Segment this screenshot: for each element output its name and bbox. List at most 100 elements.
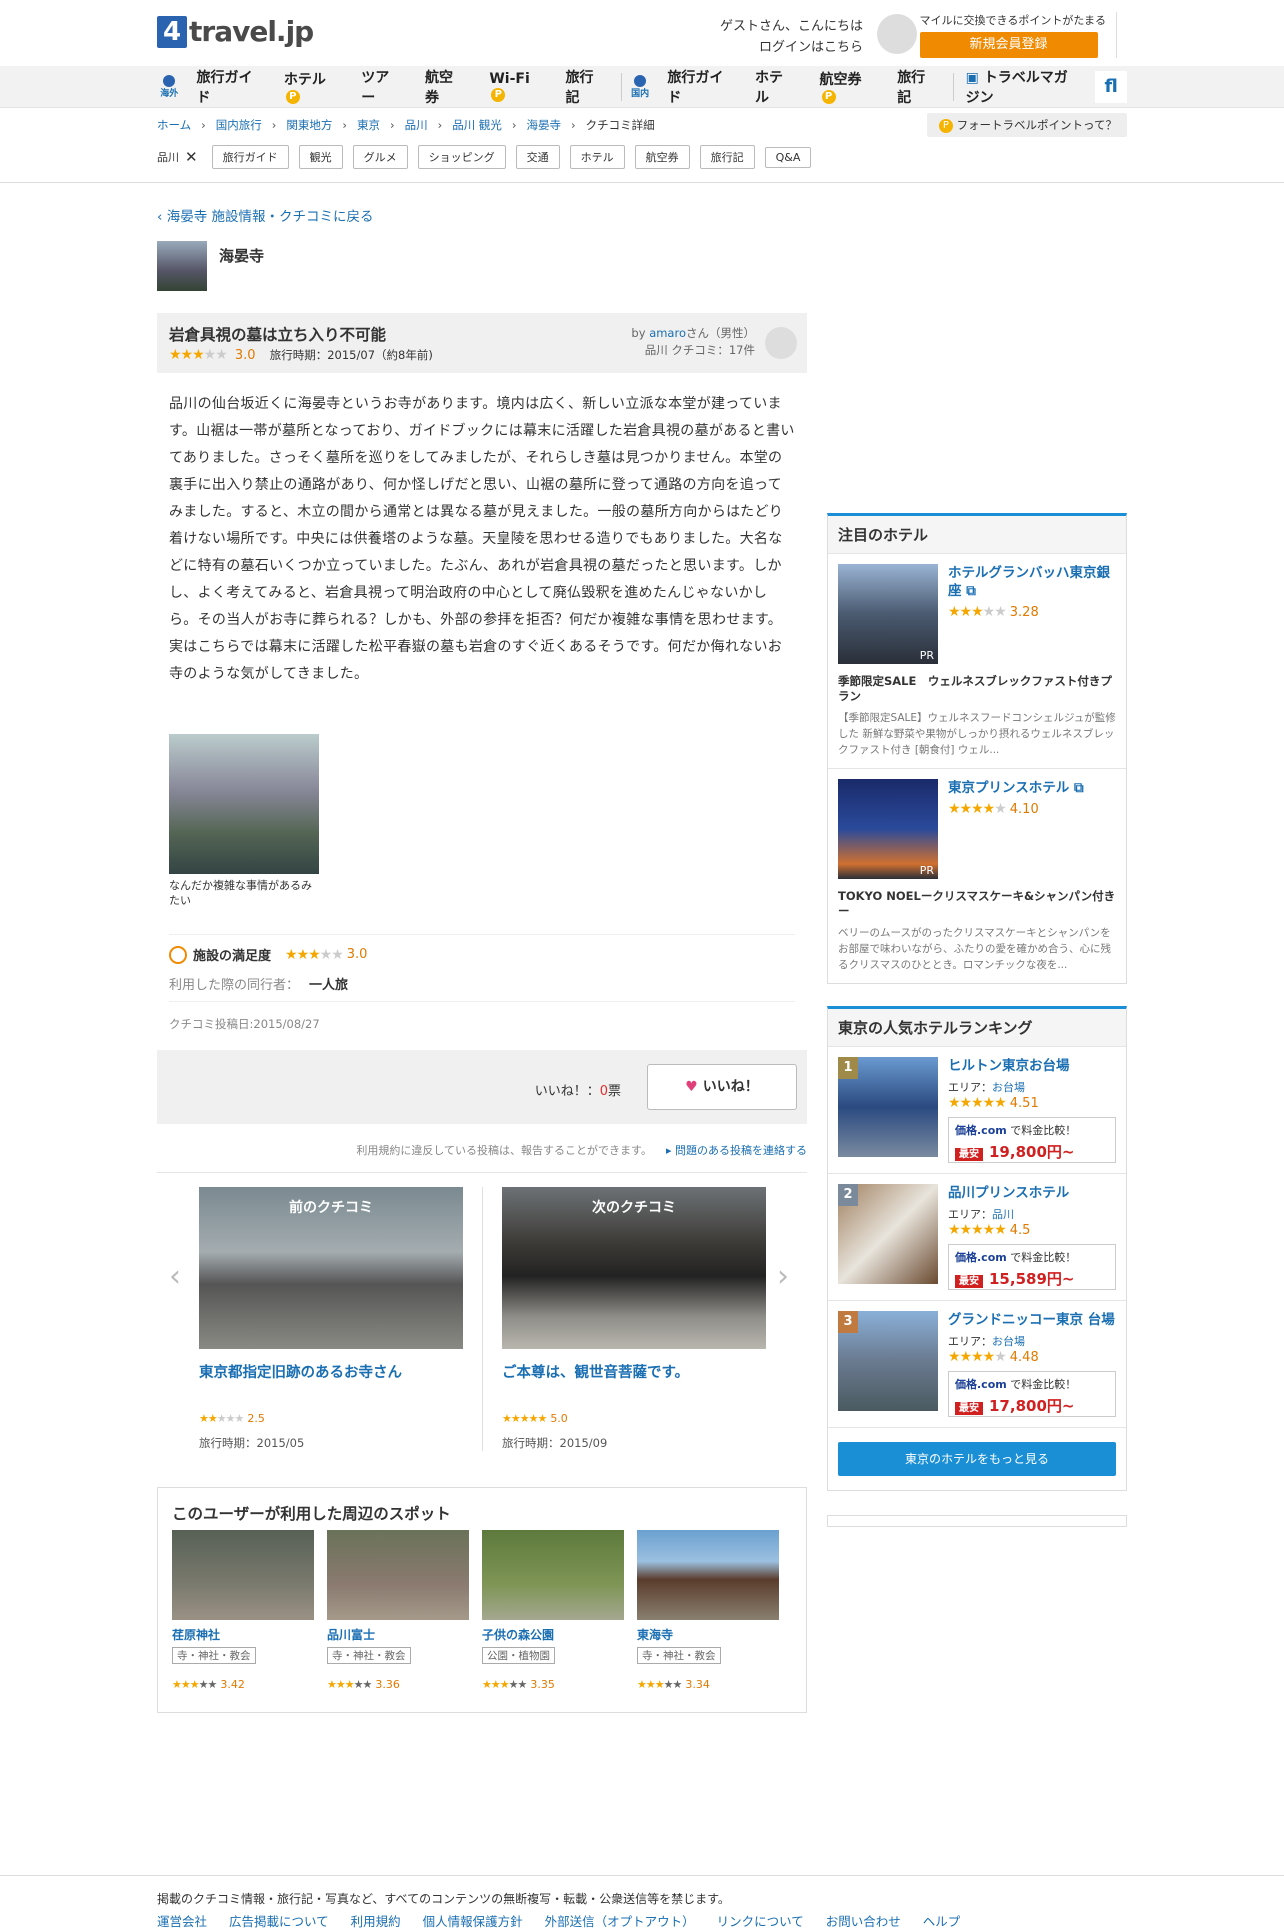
spot-image[interactable]	[172, 1530, 314, 1620]
register-note: マイルに交換できるポイントがたまる	[919, 14, 1106, 27]
place-header: 海晏寺	[157, 241, 807, 291]
points-help-link[interactable]: P フォートラベルポイントって？	[926, 113, 1127, 137]
next-review-image[interactable]: 次のクチコミ	[502, 1187, 766, 1349]
nav-domestic-travelogue[interactable]: 旅行記	[882, 67, 947, 107]
spot-name[interactable]: 荏原神社	[172, 1626, 314, 1643]
next-review-title[interactable]: ご本尊は、観世音菩薩です。	[502, 1361, 766, 1382]
nav-divider	[620, 73, 622, 101]
review-photo[interactable]	[169, 734, 319, 874]
prev-review-image[interactable]: 前のクチコミ	[199, 1187, 463, 1349]
nav-overseas-hotel[interactable]: ホテル P	[269, 69, 346, 105]
next-review-card[interactable]: 次のクチコミ ご本尊は、観世音菩薩です。 ★★★★★ 5.0 旅行時期：2015/…	[502, 1187, 766, 1451]
price-compare[interactable]: 価格.com で料金比較！ 最安 17,800円~	[948, 1371, 1116, 1417]
login-link[interactable]: ログインはこちら	[720, 37, 863, 58]
prev-review-card[interactable]: 前のクチコミ 東京都指定旧跡のあるお寺さん ★★★★★ 2.5 旅行時期：2015…	[199, 1187, 463, 1451]
category-chip[interactable]: 旅行記	[699, 145, 755, 169]
nav-overseas-travelogue[interactable]: 旅行記	[551, 67, 615, 107]
price-compare[interactable]: 価格.com で料金比較！ 最安 15,589円~	[948, 1244, 1116, 1290]
spot-card[interactable]: 子供の森公園 公園・植物園 ★★★★★ 3.35	[482, 1530, 624, 1691]
breadcrumb-item[interactable]: 海晏寺	[526, 117, 561, 133]
hotel-image[interactable]: 3	[838, 1311, 938, 1411]
nav-air[interactable]: 航空券	[410, 67, 474, 107]
hotel-plan[interactable]: 季節限定SALE ウェルネスブレックファスト付きプラン	[838, 674, 1116, 704]
site-logo[interactable]: 4 travel.jp	[157, 12, 314, 48]
report-link[interactable]: ▸ 問題のある投稿を連絡する	[666, 1144, 807, 1157]
spot-name[interactable]: 東海寺	[637, 1626, 779, 1643]
lowest-price: 19,800円~	[989, 1143, 1075, 1161]
nav-overseas-guide[interactable]: 旅行ガイド	[182, 67, 269, 107]
category-chip[interactable]: 交通	[515, 145, 560, 169]
back-link[interactable]: ‹ 海晏寺 施設情報・クチコミに戻る	[157, 205, 807, 225]
ranking-item[interactable]: 1 ヒルトン東京お台場 エリア：お台場 ★★★★★ 4.51 価格.com で料金…	[828, 1047, 1126, 1174]
next-arrow-icon[interactable]: ›	[777, 1259, 789, 1294]
area-link[interactable]: お台場	[992, 1335, 1025, 1348]
spot-image[interactable]	[327, 1530, 469, 1620]
area-link[interactable]: お台場	[992, 1081, 1025, 1094]
reviewer-avatar[interactable]	[765, 327, 797, 359]
hotel-card[interactable]: PR 東京プリンスホテル ⧉ ★★★★★ 4.10 TOKYO NOELークリスマ…	[828, 769, 1126, 983]
category-chip[interactable]: グルメ	[352, 145, 408, 169]
search-icon[interactable]: ﬂ	[1095, 71, 1127, 103]
breadcrumb-item[interactable]: ホーム	[157, 117, 191, 133]
prev-arrow-icon[interactable]: ‹	[169, 1259, 181, 1294]
hotel-image[interactable]: 1	[838, 1057, 938, 1157]
magazine-icon: ▣	[965, 70, 984, 86]
category-chip[interactable]: 航空券	[634, 145, 690, 169]
hotel-name[interactable]: 品川プリンスホテル	[948, 1184, 1116, 1202]
nav-magazine[interactable]: ▣ トラベルマガジン	[960, 67, 1096, 107]
category-chip[interactable]: 観光	[298, 145, 343, 169]
spot-card[interactable]: 荏原神社 寺・神社・教会 ★★★★★ 3.42	[172, 1530, 314, 1691]
hotel-card[interactable]: PR ホテルグランバッハ東京銀座 ⧉ ★★★★★ 3.28 季節限定SALE ウェ…	[828, 554, 1126, 769]
nav-domestic-guide[interactable]: 旅行ガイド	[652, 67, 740, 107]
star-on: ★★★★★	[502, 1412, 547, 1425]
nav-tour[interactable]: ツアー	[346, 67, 410, 107]
reviewer-link[interactable]: amaro	[649, 326, 686, 340]
spot-image[interactable]	[482, 1530, 624, 1620]
register-button[interactable]: 新規会員登録	[919, 32, 1098, 58]
lowest-price: 17,800円~	[989, 1397, 1075, 1415]
hotel-image[interactable]: 2	[838, 1184, 938, 1284]
footer: 掲載のクチコミ情報・旅行記・写真など、すべてのコンテンツの無断複写・転載・公衆送…	[0, 1875, 1284, 1930]
prev-period: 旅行時期：2015/05	[199, 1436, 305, 1450]
price-compare[interactable]: 価格.com で料金比較！ 最安 19,800円~	[948, 1117, 1116, 1163]
hotel-name[interactable]: ヒルトン東京お台場	[948, 1057, 1116, 1075]
breadcrumb-item[interactable]: 関東地方	[286, 117, 332, 133]
more-hotels-button[interactable]: 東京のホテルをもっと見る	[838, 1442, 1116, 1476]
companion-value: 一人旅	[309, 978, 349, 993]
hotel-name[interactable]: ホテルグランバッハ東京銀座 ⧉	[948, 564, 1116, 600]
breadcrumb-item[interactable]: 品川	[405, 117, 428, 133]
nav-wifi[interactable]: Wi-FiP	[474, 71, 550, 103]
breadcrumb-item[interactable]: 品川 観光	[452, 117, 502, 133]
hotel-name[interactable]: グランドニッコー東京 台場	[948, 1311, 1116, 1329]
nav-label: Wi-Fi	[489, 71, 530, 87]
guest-avatar[interactable]	[877, 14, 917, 54]
breadcrumb: ホーム › 国内旅行 › 関東地方 › 東京 › 品川 › 品川 観光 › 海晏寺 › クチコ…	[157, 108, 1127, 142]
category-chip[interactable]: Q&A	[764, 146, 812, 168]
place-thumbnail[interactable]	[157, 241, 207, 291]
spot-name[interactable]: 子供の森公園	[482, 1626, 624, 1643]
category-chip[interactable]: ショッピング	[417, 145, 506, 169]
japan-icon	[634, 74, 647, 87]
like-button[interactable]: ♥ いいね！	[647, 1064, 797, 1110]
hotel-image[interactable]: PR	[838, 779, 938, 879]
spot-image[interactable]	[637, 1530, 779, 1620]
spot-card[interactable]: 東海寺 寺・神社・教会 ★★★★★ 3.34	[637, 1530, 779, 1691]
ranking-item[interactable]: 2 品川プリンスホテル エリア：品川 ★★★★★ 4.5 価格.com で料金比較…	[828, 1174, 1126, 1301]
breadcrumb-item[interactable]: 国内旅行	[216, 117, 262, 133]
nav-domestic-air[interactable]: 航空券 P	[805, 69, 883, 105]
nav-domestic-hotel[interactable]: ホテル	[740, 67, 805, 107]
area-link[interactable]: 品川	[992, 1208, 1014, 1221]
breadcrumb-item[interactable]: 東京	[357, 117, 380, 133]
report-note: 利用規約に違反している投稿は、報告することができます。	[356, 1144, 652, 1157]
hotel-image[interactable]: PR	[838, 564, 938, 664]
ranking-item[interactable]: 3 グランドニッコー東京 台場 エリア：お台場 ★★★★★ 4.48 価格.com…	[828, 1301, 1126, 1428]
hotel-name[interactable]: 東京プリンスホテル ⧉	[948, 779, 1084, 797]
category-chip[interactable]: 旅行ガイド	[211, 145, 289, 169]
close-icon[interactable]: ✕	[185, 148, 198, 166]
prev-review-title[interactable]: 東京都指定旧跡のあるお寺さん	[199, 1361, 463, 1382]
hotel-plan[interactable]: TOKYO NOELークリスマスケーキ&シャンパン付きー	[838, 889, 1116, 919]
point-icon: P	[938, 118, 953, 133]
category-chip[interactable]: ホテル	[569, 145, 625, 169]
spot-name[interactable]: 品川富士	[327, 1626, 469, 1643]
spot-card[interactable]: 品川富士 寺・神社・教会 ★★★★★ 3.36	[327, 1530, 469, 1691]
